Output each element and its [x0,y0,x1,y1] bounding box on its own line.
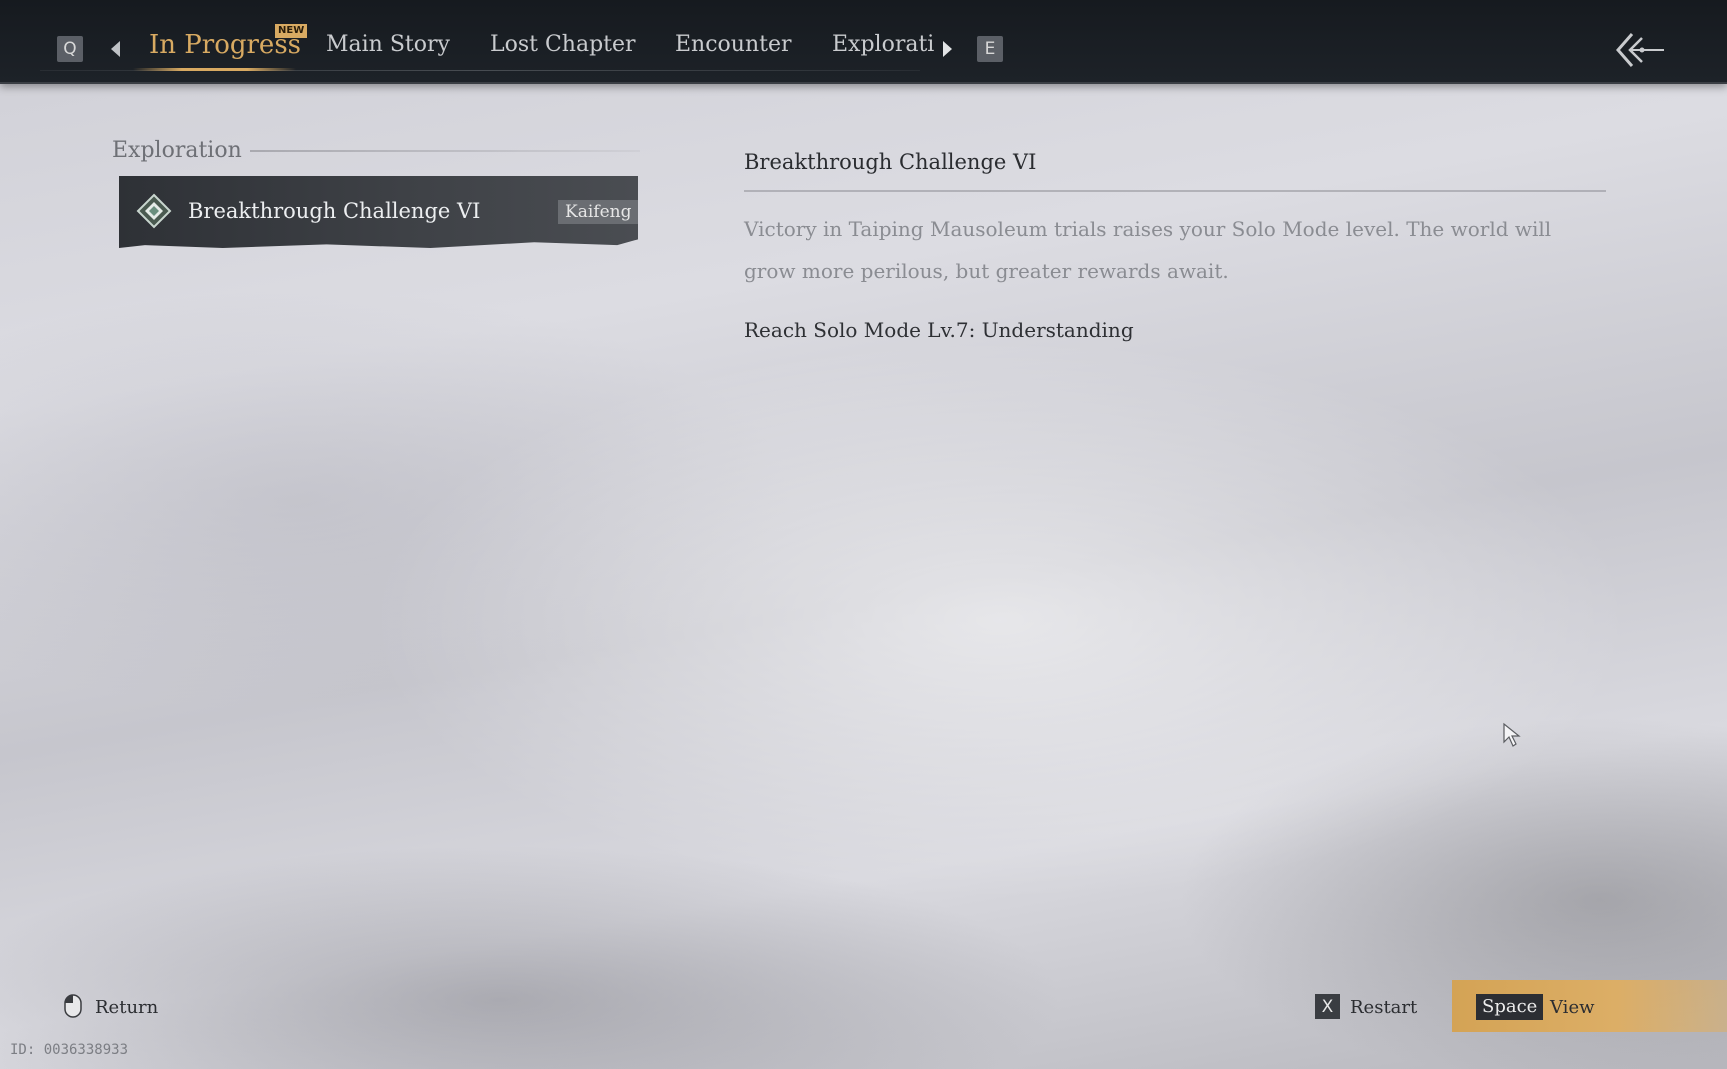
mouse-icon [64,994,82,1018]
detail-objective: Reach Solo Mode Lv.7: Understanding [744,318,1134,342]
new-badge: NEW [275,24,308,38]
return-button[interactable]: Return [95,997,158,1018]
mouse-cursor-icon [1503,722,1521,747]
tab-lost-chapter[interactable]: Lost Chapter [490,32,636,68]
tab-encounter[interactable]: Encounter [675,32,792,68]
view-button-label: View [1550,997,1595,1018]
section-title: Exploration [112,138,242,163]
active-tab-underline [133,68,296,71]
prev-tab-key[interactable]: Q [57,36,83,62]
section-divider [250,150,640,152]
top-nav-bar: Q In Progress NEW Main Story Lost Chapte… [0,0,1727,84]
prev-tab-arrow-icon[interactable] [111,41,120,57]
restart-key: X [1315,994,1340,1019]
quest-region-badge: Kaifeng [558,200,639,224]
exploration-diamond-icon [136,193,172,229]
next-tab-key[interactable]: E [977,36,1003,62]
tab-main-story[interactable]: Main Story [326,32,450,68]
detail-title: Breakthrough Challenge VI [744,150,1037,174]
quest-name: Breakthrough Challenge VI [188,199,481,223]
back-arrow-icon[interactable] [1612,30,1666,70]
next-tab-arrow-icon[interactable] [943,41,952,57]
tab-exploration[interactable]: Explorati [832,32,934,68]
detail-divider [744,190,1606,192]
detail-description: Victory in Taiping Mausoleum trials rais… [744,217,1552,283]
player-id: ID: 0036338933 [10,1042,129,1058]
view-key: Space [1476,994,1544,1020]
restart-button[interactable]: Restart [1350,997,1417,1018]
